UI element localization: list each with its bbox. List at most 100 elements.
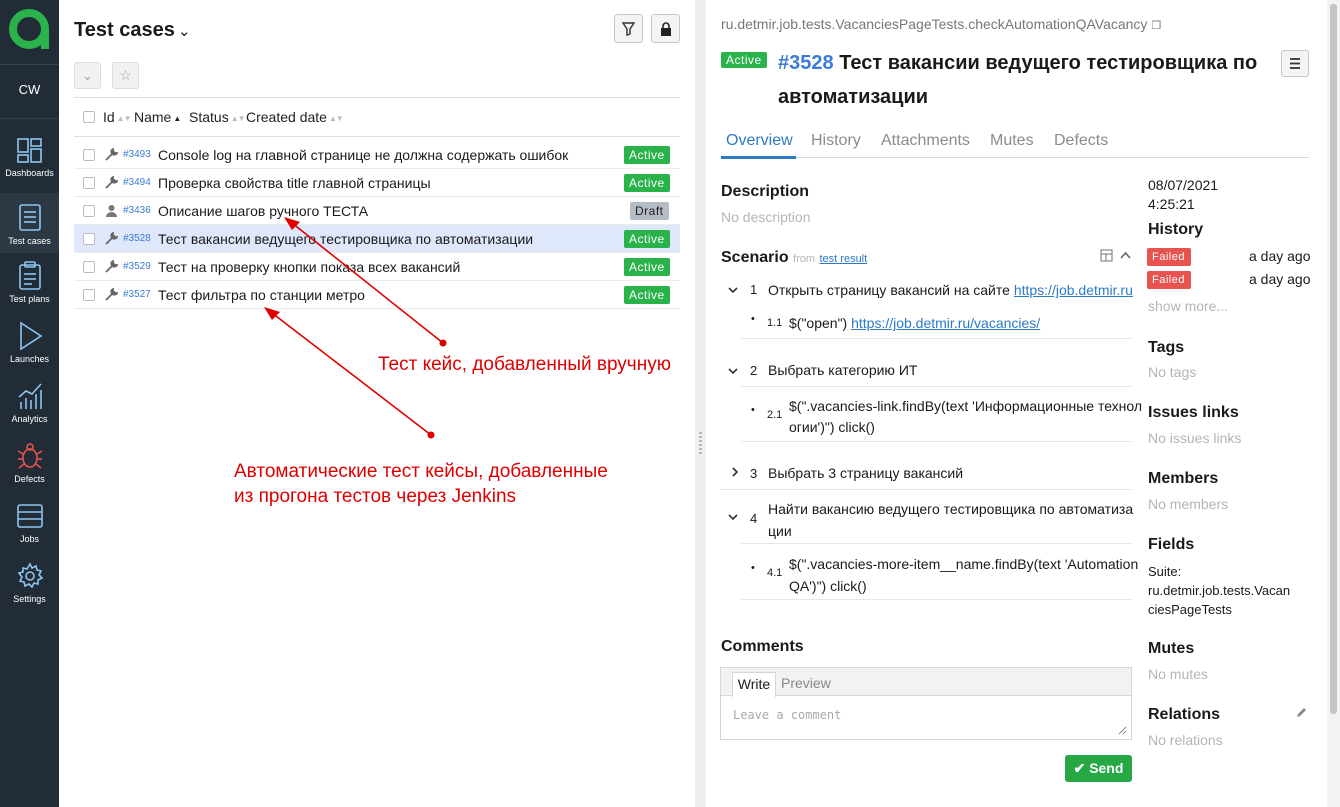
chevron-down-icon: ⌄: [177, 23, 191, 40]
tab-preview[interactable]: Preview: [781, 675, 831, 691]
row-checkbox[interactable]: [83, 149, 95, 161]
select-all-checkbox[interactable]: [83, 111, 95, 123]
sidebar: CW Dashboards Test cases Test plans Laun…: [0, 0, 59, 807]
jobs-icon: [16, 504, 43, 528]
history-show-more[interactable]: show more...: [1148, 298, 1228, 314]
allure-logo-icon[interactable]: [8, 8, 50, 50]
chevron-right-icon[interactable]: [729, 466, 741, 478]
tab-write[interactable]: Write: [732, 672, 776, 697]
nav-test-plans[interactable]: Test plans: [0, 261, 59, 321]
column-status[interactable]: Status ▲▼: [189, 109, 246, 125]
table-row[interactable]: #3436 Описание шагов ручного ТЕСТА Draft: [74, 197, 680, 225]
row-checkbox[interactable]: [83, 261, 95, 273]
tab-defects[interactable]: Defects: [1054, 132, 1108, 150]
bulk-actions-button[interactable]: ⌄: [74, 62, 101, 89]
scrollbar-thumb[interactable]: [1330, 4, 1337, 714]
tab-attachments[interactable]: Attachments: [881, 132, 970, 150]
row-checkbox[interactable]: [83, 289, 95, 301]
project-switcher[interactable]: CW: [0, 82, 59, 97]
pencil-icon[interactable]: [1296, 706, 1308, 718]
wrench-icon: [105, 148, 118, 161]
issues-heading: Issues links: [1148, 404, 1239, 421]
history-heading: History: [1148, 221, 1204, 238]
send-button[interactable]: ✔ Send: [1065, 755, 1132, 782]
scrollbar[interactable]: [1327, 0, 1340, 807]
lock-button[interactable]: [651, 14, 680, 43]
filter-button[interactable]: [614, 14, 643, 43]
table-row[interactable]: #3494 Проверка свойства title главной ст…: [74, 169, 680, 197]
step-link[interactable]: https://job.detmir.ru: [1014, 282, 1133, 298]
row-checkbox[interactable]: [83, 205, 95, 217]
step-text-line: $(".vacancies-link.findBy(text 'Информац…: [789, 398, 1143, 414]
nav-jobs[interactable]: Jobs: [0, 501, 59, 561]
chevron-down-icon[interactable]: [727, 284, 739, 296]
row-id[interactable]: #3436: [123, 205, 151, 216]
history-status-badge[interactable]: Failed: [1147, 271, 1191, 289]
column-name[interactable]: Name ▲: [134, 109, 181, 125]
table-row[interactable]: #3493 Console log на главной странице не…: [74, 141, 680, 169]
nav-test-plans-label: Test plans: [9, 294, 50, 304]
row-name[interactable]: Тест на проверку кнопки показа всех вака…: [158, 259, 460, 275]
nav-defects[interactable]: Defects: [0, 441, 59, 501]
relations-value: No relations: [1148, 732, 1223, 748]
row-id[interactable]: #3527: [123, 289, 151, 300]
step-text-line: ции: [768, 523, 792, 539]
nav-settings[interactable]: Settings: [0, 561, 59, 621]
annotation-automated-line2: из прогона тестов через Jenkins: [234, 486, 517, 507]
chevron-down-icon[interactable]: [727, 365, 739, 377]
nav-dashboards[interactable]: Dashboards: [0, 137, 59, 197]
row-id[interactable]: #3494: [123, 177, 151, 188]
wrench-icon: [105, 232, 118, 245]
step-link[interactable]: https://job.detmir.ru/vacancies/: [851, 315, 1040, 331]
step-divider: [741, 543, 1132, 544]
step-number: 2: [750, 363, 758, 378]
row-checkbox[interactable]: [83, 233, 95, 245]
row-name[interactable]: Проверка свойства title главной страницы: [158, 175, 431, 191]
column-created-date[interactable]: Created date ▲▼: [246, 109, 344, 125]
tab-history[interactable]: History: [811, 132, 861, 150]
chevron-down-icon[interactable]: [727, 511, 739, 523]
description-value: No description: [721, 209, 811, 225]
nav-launches[interactable]: Launches: [0, 321, 59, 381]
row-name[interactable]: Console log на главной странице не должн…: [158, 147, 568, 163]
comment-input[interactable]: Leave a comment: [733, 708, 841, 722]
drag-handle-icon[interactable]: [699, 432, 702, 456]
row-checkbox[interactable]: [83, 177, 95, 189]
list-title[interactable]: Test cases ⌄: [74, 19, 190, 42]
nav-jobs-label: Jobs: [19, 534, 39, 544]
wrench-icon: [105, 176, 118, 189]
nav-test-cases[interactable]: Test cases: [0, 193, 59, 253]
step-text-line: QA')") click(): [789, 578, 867, 594]
favorite-filter-button[interactable]: ☆: [112, 62, 139, 89]
table-row[interactable]: #3527 Тест фильтра по станции метро Acti…: [74, 281, 680, 309]
row-id[interactable]: #3529: [123, 261, 151, 272]
table-row-selected[interactable]: #3528 Тест вакансии ведущего тестировщик…: [74, 225, 680, 253]
more-menu-button[interactable]: [1281, 50, 1309, 77]
panel-splitter[interactable]: [695, 0, 706, 807]
tab-mutes[interactable]: Mutes: [990, 132, 1034, 150]
check-icon: ✔: [1073, 760, 1086, 776]
row-id[interactable]: #3528: [123, 233, 151, 244]
table-row[interactable]: #3529 Тест на проверку кнопки показа все…: [74, 253, 680, 281]
nav-analytics[interactable]: Analytics: [0, 381, 59, 441]
layout-toggle-icon[interactable]: [1100, 249, 1113, 262]
row-id[interactable]: #3493: [123, 149, 151, 160]
copy-icon[interactable]: ❐: [1151, 20, 1161, 32]
scenario-source-link[interactable]: test result: [820, 253, 868, 265]
nav-settings-label: Settings: [13, 594, 46, 604]
fields-line: ru.detmir.job.tests.Vacan: [1148, 583, 1291, 598]
step-text-line: $(".vacancies-more-item__name.findBy(tex…: [789, 556, 1139, 572]
send-button-label: Send: [1089, 760, 1124, 776]
nav-test-cases-label: Test cases: [8, 236, 51, 246]
scenario-from: from: [793, 253, 816, 265]
history-status-badge[interactable]: Failed: [1147, 248, 1191, 266]
column-id[interactable]: Id ▲▼: [103, 109, 132, 125]
row-name[interactable]: Описание шагов ручного ТЕСТА: [158, 203, 368, 219]
status-badge: Active: [721, 52, 767, 68]
status-badge: Active: [624, 286, 670, 304]
tab-overview[interactable]: Overview: [726, 132, 793, 150]
chevron-up-icon[interactable]: [1119, 249, 1132, 262]
row-name[interactable]: Тест фильтра по станции метро: [158, 287, 365, 303]
row-name[interactable]: Тест вакансии ведущего тестировщика по а…: [158, 231, 533, 247]
resize-handle-icon[interactable]: [1118, 726, 1127, 735]
